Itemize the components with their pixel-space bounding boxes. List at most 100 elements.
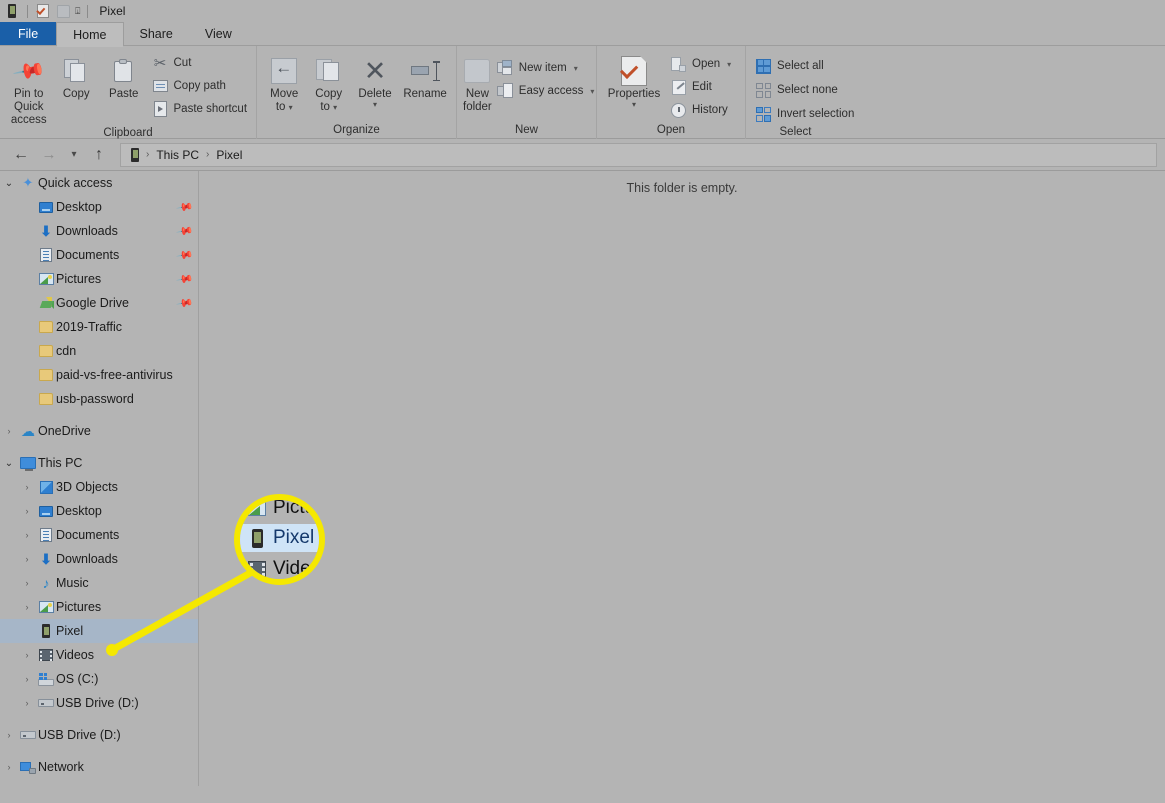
pin-icon[interactable]: 📌 (176, 270, 195, 289)
new-folder-button[interactable]: New folder (463, 50, 492, 114)
chevron-right-icon[interactable]: › (0, 730, 18, 740)
pin-icon[interactable]: 📌 (176, 246, 195, 265)
new-item-button[interactable]: New item ▾ (494, 58, 598, 78)
sidebar-item-os-c[interactable]: ›OS (C:) (0, 667, 198, 691)
history-button[interactable]: History (667, 100, 734, 120)
move-to-button[interactable]: Move to ▾ (263, 50, 305, 114)
sidebar-item-usb-drive-d[interactable]: › USB Drive (D:) (0, 691, 198, 715)
sidebar-item-pictures[interactable]: Pictures📌 (0, 267, 198, 291)
up-arrow-icon[interactable]: ↑ (86, 143, 112, 167)
pin-icon[interactable]: 📌 (176, 198, 195, 217)
chevron-down-icon[interactable]: ⌄ (0, 458, 18, 469)
sidebar-item-google-drive[interactable]: Google Drive📌 (0, 291, 198, 315)
chevron-down-icon[interactable]: ⌄ (0, 178, 18, 189)
sidebar-item-downloads[interactable]: ⬇Downloads📌 (0, 219, 198, 243)
sidebar-item-documents[interactable]: ›Documents (0, 523, 198, 547)
delete-button[interactable]: ✕ Delete ▾ (352, 50, 398, 108)
properties-chevron-down-icon[interactable]: ▾ (632, 101, 636, 108)
address-bar: ← → ▾ ↑ › This PC › Pixel (0, 139, 1165, 171)
sidebar-item-3d-objects[interactable]: ›3D Objects (0, 475, 198, 499)
sidebar-item-desktop[interactable]: Desktop📌 (0, 195, 198, 219)
file-list-pane[interactable]: This folder is empty. (199, 171, 1165, 786)
forward-arrow-icon[interactable]: → (36, 143, 62, 167)
sidebar-item-downloads[interactable]: ›⬇Downloads (0, 547, 198, 571)
easy-access-chevron-down-icon[interactable]: ▾ (590, 87, 594, 96)
open-chevron-down-icon[interactable]: ▾ (727, 60, 731, 69)
sidebar-item-label: usb-password (56, 392, 134, 406)
sidebar-item-network[interactable]: › Network (0, 755, 198, 779)
copy-path-button[interactable]: Copy path (149, 76, 251, 96)
sidebar-item-cdn[interactable]: cdn (0, 339, 198, 363)
chevron-right-icon[interactable]: › (18, 650, 36, 660)
chevron-right-icon[interactable]: › (18, 602, 36, 612)
select-none-button[interactable]: Select none (752, 80, 857, 100)
sidebar-item-label: USB Drive (D:) (56, 696, 139, 710)
copy-to-button[interactable]: Copy to ▾ (307, 50, 349, 114)
quick-access-dropdown-icon[interactable]: ⍗ (75, 6, 80, 17)
tab-file[interactable]: File (0, 22, 56, 46)
rename-button[interactable]: Rename (400, 50, 450, 101)
easy-access-button[interactable]: Easy access ▾ (494, 81, 598, 101)
breadcrumb-item-pixel[interactable]: Pixel (212, 148, 246, 162)
sidebar-item-2019-traffic[interactable]: 2019-Traffic (0, 315, 198, 339)
pin-icon[interactable]: 📌 (176, 294, 195, 313)
paste-shortcut-button[interactable]: Paste shortcut (149, 99, 251, 119)
sidebar-item-label: Network (38, 760, 84, 774)
folder-icon (36, 345, 56, 357)
copy-to-chevron-down-icon[interactable]: ▾ (333, 103, 337, 112)
tab-home[interactable]: Home (56, 22, 123, 46)
open-button[interactable]: Open ▾ (667, 54, 734, 74)
sidebar-item-documents[interactable]: Documents📌 (0, 243, 198, 267)
usb-drive-icon (18, 731, 38, 739)
device-phone-icon (36, 624, 56, 638)
copy-button[interactable]: Copy (54, 50, 100, 101)
new-item-chevron-down-icon[interactable]: ▾ (574, 64, 578, 73)
chevron-right-icon[interactable]: › (18, 482, 36, 492)
chevron-right-icon[interactable]: › (18, 578, 36, 588)
chevron-right-icon[interactable]: › (18, 554, 36, 564)
edit-button[interactable]: Edit (667, 77, 734, 97)
properties-button[interactable]: Properties ▾ (603, 50, 665, 108)
copy-path-label: Copy path (174, 80, 226, 92)
chevron-right-icon[interactable]: › (18, 530, 36, 540)
sidebar-item-onedrive[interactable]: ›☁OneDrive (0, 419, 198, 443)
back-arrow-icon[interactable]: ← (8, 143, 34, 167)
sidebar-item-pictures[interactable]: › Pictures (0, 595, 198, 619)
chevron-right-icon[interactable]: › (0, 426, 18, 436)
sidebar-item-usb-password[interactable]: usb-password (0, 387, 198, 411)
sidebar-item-label: Pictures (56, 600, 101, 614)
sidebar-item-usb-drive-d[interactable]: ›USB Drive (D:) (0, 723, 198, 747)
easy-access-icon (497, 83, 514, 100)
new-folder-icon[interactable] (55, 3, 71, 19)
tab-share[interactable]: Share (124, 22, 189, 46)
invert-selection-button[interactable]: Invert selection (752, 104, 857, 124)
properties-check-icon[interactable] (35, 3, 51, 19)
sidebar-item-quick-access[interactable]: ⌄✦Quick access (0, 171, 198, 195)
sidebar-item-videos[interactable]: ›Videos (0, 643, 198, 667)
chevron-right-icon[interactable]: › (18, 698, 36, 708)
delete-chevron-down-icon[interactable]: ▾ (373, 101, 377, 108)
paste-button[interactable]: Paste (101, 50, 147, 101)
tab-view[interactable]: View (189, 22, 248, 46)
chevron-right-icon[interactable]: › (18, 506, 36, 516)
sidebar-item-paid-vs-free-antivirus[interactable]: paid-vs-free-antivirus (0, 363, 198, 387)
copy-icon (64, 54, 88, 88)
breadcrumb-item-this-pc[interactable]: This PC (152, 148, 203, 162)
chevron-right-icon[interactable]: › (0, 762, 18, 772)
nav-spacer (0, 715, 198, 723)
recent-locations-icon[interactable]: ▾ (64, 143, 84, 167)
sidebar-item-pixel[interactable]: Pixel (0, 619, 198, 643)
sidebar-item-music[interactable]: ›♪Music (0, 571, 198, 595)
main-area: ⌄✦Quick accessDesktop📌⬇Downloads📌Documen… (0, 171, 1165, 786)
move-to-chevron-down-icon[interactable]: ▾ (289, 103, 293, 112)
sidebar-item-this-pc[interactable]: ⌄This PC (0, 451, 198, 475)
chevron-right-icon[interactable]: › (18, 674, 36, 684)
sidebar-item-desktop[interactable]: ›Desktop (0, 499, 198, 523)
pin-to-quick-access-button[interactable]: 📌 Pin to Quick access (6, 50, 52, 127)
select-all-button[interactable]: Select all (752, 56, 857, 76)
pin-icon[interactable]: 📌 (176, 222, 195, 241)
breadcrumb[interactable]: › This PC › Pixel (120, 143, 1157, 167)
sidebar-item-label: paid-vs-free-antivirus (56, 368, 173, 382)
sidebar-item-label: Downloads (56, 552, 118, 566)
cut-button[interactable]: ✂ Cut (149, 53, 251, 73)
